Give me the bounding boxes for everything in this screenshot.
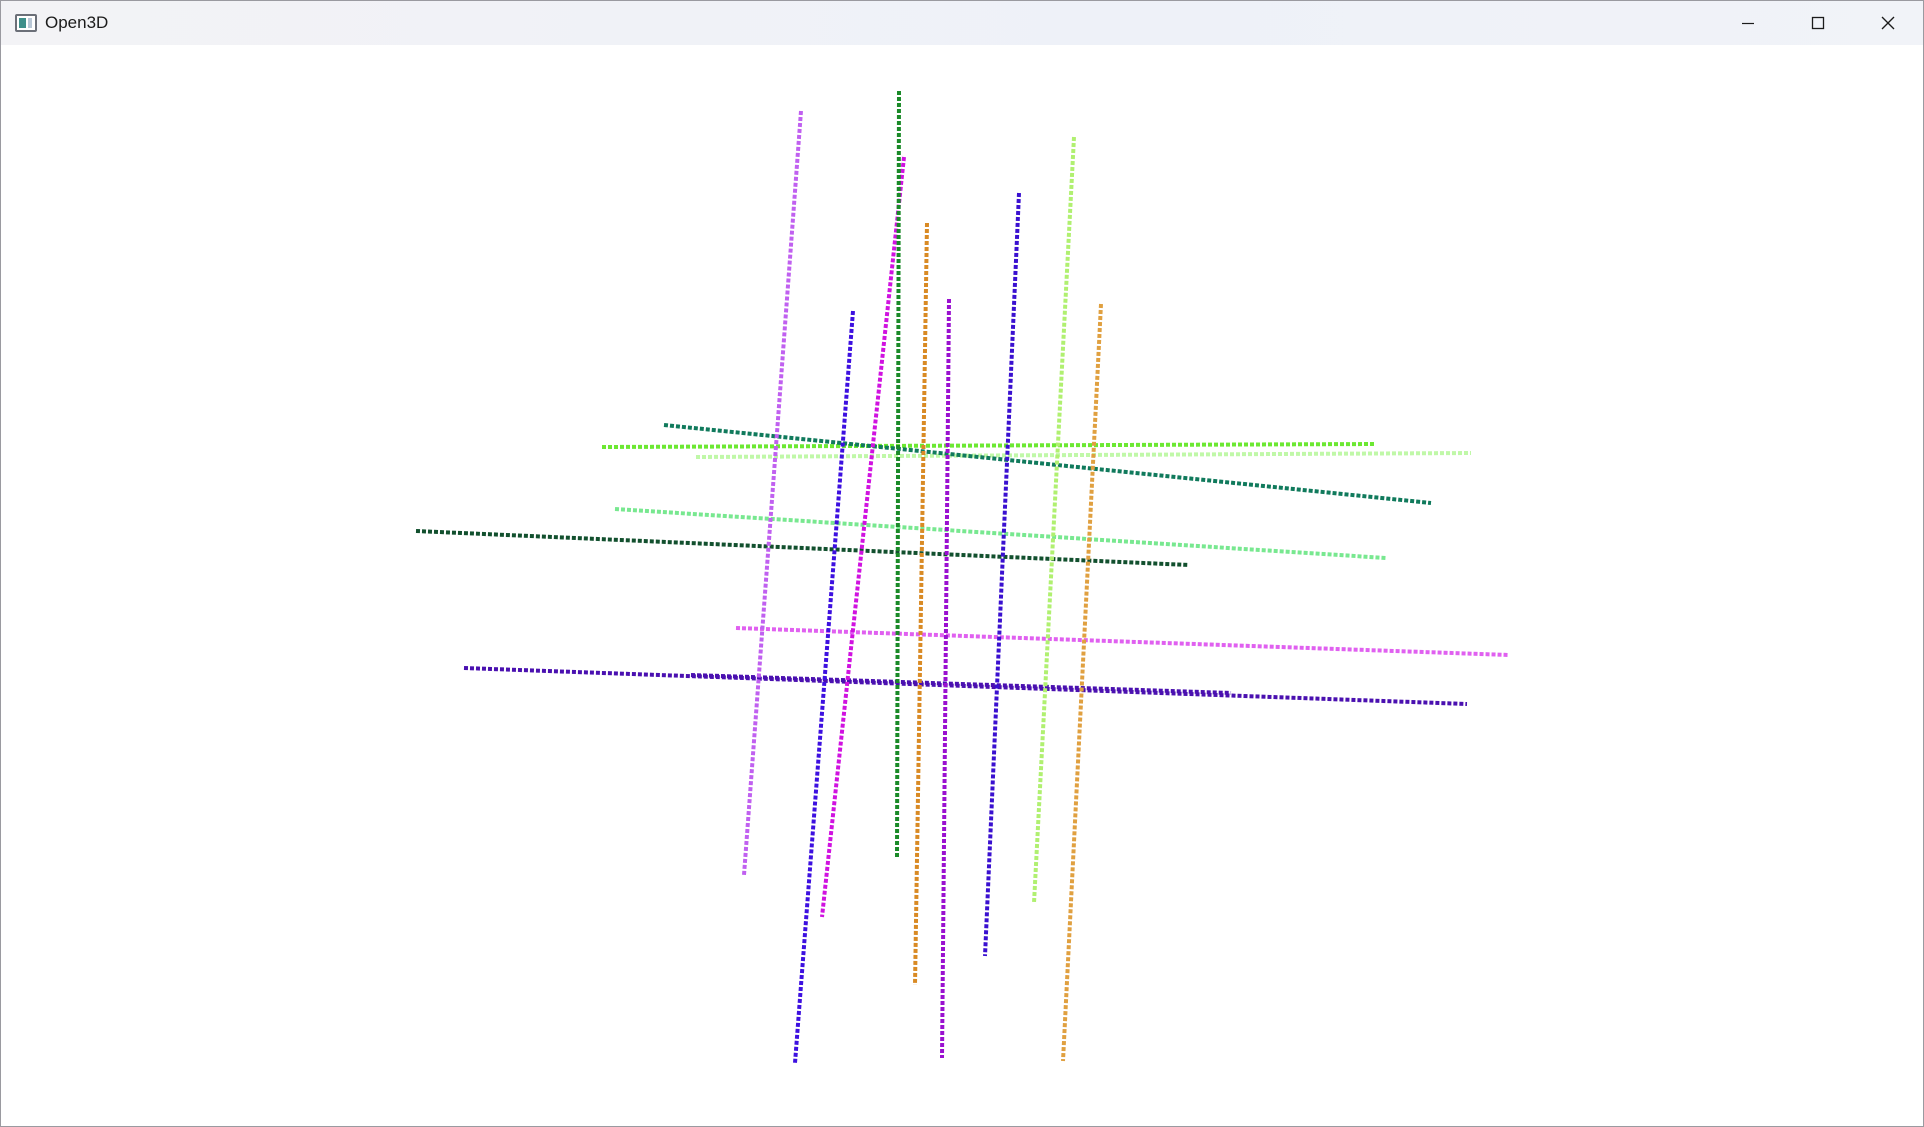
horizontal-line-segment — [663, 423, 1432, 505]
vertical-line-segment — [793, 310, 855, 1064]
lineset-scene — [415, 90, 1510, 1064]
vertical-line-segment — [940, 298, 951, 1059]
horizontal-line-segment — [695, 451, 1472, 459]
close-icon — [1881, 16, 1895, 30]
caption-buttons — [1713, 1, 1923, 45]
open3d-app-icon — [15, 14, 37, 32]
horizontal-line-segment — [415, 529, 1190, 567]
vertical-line-segment — [1032, 136, 1076, 904]
title-bar[interactable]: Open3D — [1, 1, 1923, 45]
horizontal-line-segment — [614, 507, 1387, 560]
vertical-line-segment — [895, 90, 901, 860]
minimize-button[interactable] — [1713, 1, 1783, 45]
minimize-icon — [1742, 22, 1754, 25]
horizontal-line-segment — [690, 673, 1232, 695]
vertical-line-segment — [1061, 303, 1103, 1062]
maximize-icon — [1811, 16, 1825, 30]
vertical-line-segment — [913, 222, 929, 986]
vertical-line-segment — [983, 192, 1021, 957]
3d-viewport-canvas[interactable] — [1, 45, 1923, 1126]
open3d-window: Open3D — [0, 0, 1924, 1127]
maximize-button[interactable] — [1783, 1, 1853, 45]
close-button[interactable] — [1853, 1, 1923, 45]
horizontal-line-segment — [601, 442, 1376, 449]
horizontal-line-segment — [463, 666, 1468, 706]
vertical-line-segment — [820, 156, 906, 918]
window-title: Open3D — [45, 13, 109, 32]
vertical-line-segment — [742, 110, 803, 876]
